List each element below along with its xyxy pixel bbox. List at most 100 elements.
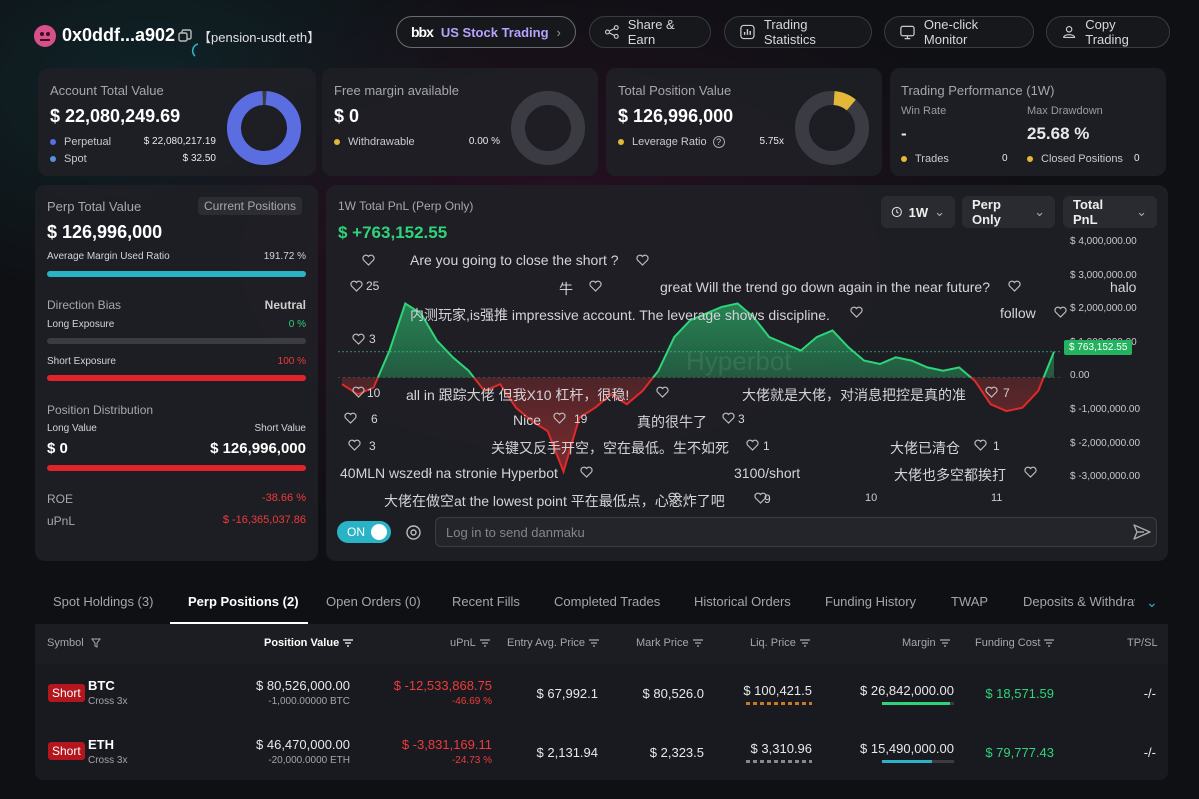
clock-icon xyxy=(891,206,902,218)
y-tick-label: $ -2,000,000.00 xyxy=(1070,437,1141,449)
chevron-down-icon: ⌄ xyxy=(1136,204,1147,219)
danmaku-settings-icon[interactable] xyxy=(405,524,422,544)
col-liq-price[interactable]: Liq. Price xyxy=(750,637,810,649)
like-count: 3 xyxy=(369,439,376,453)
us-stock-trading-button[interactable]: bbx US Stock Trading › xyxy=(396,16,576,48)
sort-icon xyxy=(479,639,490,647)
y-tick-label: $ 4,000,000.00 xyxy=(1070,236,1137,247)
heart-icon[interactable] xyxy=(352,333,365,345)
like-count: 19 xyxy=(574,412,588,426)
like-count: 25 xyxy=(366,279,380,293)
danmaku-item: 大佬就是大佬，对消息把控是真的准 xyxy=(742,387,966,403)
danmaku-toggle[interactable]: ON xyxy=(337,521,391,543)
bbx-logo: bbx xyxy=(411,24,434,40)
perp-filter-dropdown[interactable]: Perp Only ⌄ xyxy=(962,196,1055,228)
col-position-value[interactable]: Position Value xyxy=(264,637,354,649)
current-positions-button[interactable]: Current Positions xyxy=(198,197,303,215)
danmaku-item: great Will the trend go down again in th… xyxy=(660,279,990,295)
heart-icon[interactable] xyxy=(850,306,863,318)
heart-icon[interactable] xyxy=(974,439,987,451)
heart-icon[interactable] xyxy=(348,439,361,451)
margin-donut-chart xyxy=(511,91,585,165)
copy-icon[interactable] xyxy=(178,29,192,43)
margin-ratio-bar xyxy=(47,271,306,277)
total-position-card: Total Position Value $ 126,996,000 Lever… xyxy=(606,68,882,176)
account-donut-chart xyxy=(227,91,301,165)
tab-spot-holdings[interactable]: Spot Holdings (3) xyxy=(53,594,153,609)
col-symbol[interactable]: Symbol xyxy=(47,637,101,649)
tab-open-orders[interactable]: Open Orders (0) xyxy=(326,594,421,609)
heart-icon[interactable] xyxy=(344,412,357,424)
heart-icon[interactable] xyxy=(1024,466,1037,478)
one-click-monitor-button[interactable]: One-click Monitor xyxy=(884,16,1034,48)
tab-twap[interactable]: TWAP xyxy=(951,594,988,609)
like-count: 1 xyxy=(993,439,1000,453)
margin-bar xyxy=(882,702,951,705)
tab-completed-trades[interactable]: Completed Trades xyxy=(554,594,660,609)
heart-icon[interactable] xyxy=(668,492,681,504)
trading-performance-card: Trading Performance (1W) Win Rate - Max … xyxy=(890,68,1166,176)
perp-total-value: $ 126,996,000 xyxy=(47,222,163,242)
like-count: 7 xyxy=(1003,386,1010,400)
pnl-type-dropdown[interactable]: Total PnL ⌄ xyxy=(1063,196,1157,228)
liq-distance-indicator xyxy=(746,702,812,705)
share-earn-button[interactable]: Share & Earn xyxy=(589,16,711,48)
tab-recent-fills[interactable]: Recent Fills xyxy=(452,594,520,609)
danmaku-item: follow xyxy=(1000,305,1036,321)
timeframe-dropdown[interactable]: 1W ⌄ xyxy=(881,196,955,228)
like-count: 3 xyxy=(738,412,745,426)
col-margin[interactable]: Margin xyxy=(902,637,950,649)
like-count: 10 xyxy=(367,386,381,400)
danmaku-item: 大佬也多空都挨打 xyxy=(894,467,1006,483)
danmaku-item: 40MLN wszedł na stronie Hyperbot xyxy=(340,465,558,481)
y-tick-label: $ -3,000,000.00 xyxy=(1070,471,1141,483)
heart-icon[interactable] xyxy=(722,412,735,424)
heart-icon[interactable] xyxy=(985,386,998,398)
col-funding-cost[interactable]: Funding Cost xyxy=(975,637,1055,649)
heart-icon[interactable] xyxy=(553,412,566,424)
like-count: 6 xyxy=(371,412,378,426)
danmaku-item: 关键又反手开空，空在最低。生不如死 xyxy=(491,440,729,456)
heart-icon[interactable] xyxy=(1008,280,1021,292)
avatar[interactable] xyxy=(34,25,56,47)
symbol[interactable]: ETH xyxy=(88,737,114,752)
filter-icon xyxy=(90,638,101,648)
col-mark-price[interactable]: Mark Price xyxy=(636,637,703,649)
total-position-value: $ 126,996,000 xyxy=(618,106,734,126)
y-tick-label: $ -1,000,000.00 xyxy=(1070,404,1141,416)
heart-icon[interactable] xyxy=(580,466,593,478)
heart-icon[interactable] xyxy=(636,254,649,266)
symbol[interactable]: BTC xyxy=(88,678,115,693)
chevron-right-icon: › xyxy=(556,24,561,40)
heart-icon[interactable] xyxy=(746,439,759,451)
send-icon[interactable] xyxy=(1132,523,1152,544)
heart-icon[interactable] xyxy=(589,280,602,292)
tab-perp-positions[interactable]: Perp Positions (2) xyxy=(188,594,299,609)
sort-icon xyxy=(589,639,600,647)
danmaku-input[interactable]: Log in to send danmaku xyxy=(435,517,1157,547)
chevron-down-icon[interactable]: ⌄ xyxy=(1146,594,1158,611)
side-badge: Short xyxy=(48,742,85,760)
tab-historical-orders[interactable]: Historical Orders xyxy=(694,594,791,609)
position-donut-chart xyxy=(795,91,869,165)
free-margin-value: $ 0 xyxy=(334,106,360,126)
ens-name: 【pension-usdt.eth】 xyxy=(198,30,321,45)
tab-deposits-withdraw[interactable]: Deposits & Withdraw xyxy=(1023,594,1135,609)
copy-trading-button[interactable]: Copy Trading xyxy=(1046,16,1170,48)
col-entry-price[interactable]: Entry Avg. Price xyxy=(507,637,600,649)
heart-icon[interactable] xyxy=(362,254,375,266)
danmaku-item: 牛 xyxy=(559,281,573,297)
heart-icon[interactable] xyxy=(1054,306,1067,318)
account-total-value-card: Account Total Value $ 22,080,249.69 Perp… xyxy=(38,68,316,176)
trading-statistics-button[interactable]: Trading Statistics xyxy=(724,16,872,48)
heart-icon[interactable] xyxy=(656,386,669,398)
x-tick-label: 11 xyxy=(991,492,1003,504)
col-upnl[interactable]: uPnL xyxy=(450,637,490,649)
account-total-value: $ 22,080,249.69 xyxy=(50,106,181,126)
heart-icon[interactable] xyxy=(352,386,365,398)
help-icon[interactable]: ? xyxy=(712,136,725,148)
heart-icon[interactable] xyxy=(350,280,363,292)
heart-icon[interactable] xyxy=(754,492,767,504)
tab-funding-history[interactable]: Funding History xyxy=(825,594,916,609)
toggle-knob xyxy=(371,524,387,540)
